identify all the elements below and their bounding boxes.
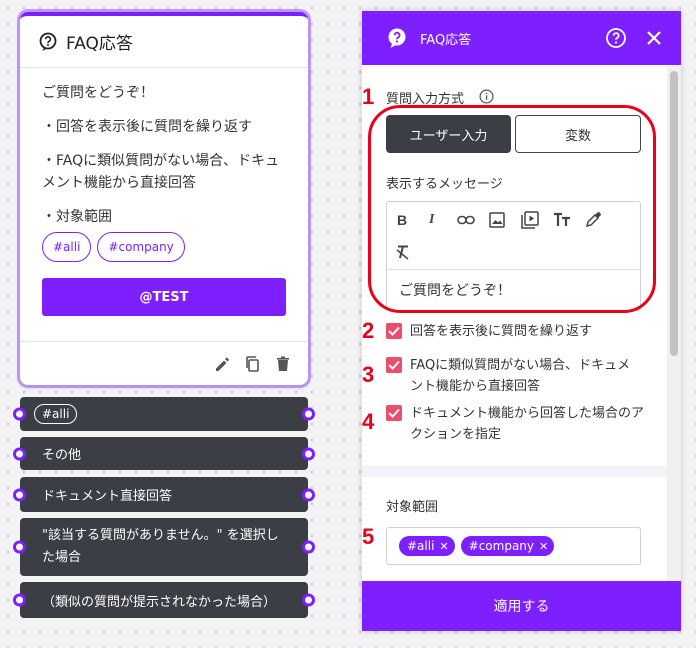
output-port[interactable]: [302, 407, 315, 421]
branch-no-similar[interactable]: （類似の質問が提示されなかった場合）: [13, 582, 315, 618]
checkbox-row-document-answer[interactable]: FAQに類似質問がない場合、ドキュメント機能から直接回答: [386, 355, 646, 397]
scope-chip: #alli: [42, 232, 92, 262]
question-bubble-icon: [38, 32, 58, 52]
node-footer: [20, 341, 308, 385]
branch-label: その他: [42, 448, 82, 463]
node-header: FAQ応答: [20, 16, 308, 68]
remove-tag-icon[interactable]: ✕: [539, 540, 548, 553]
tag-text: #alli: [407, 539, 435, 553]
branch-label: "該当する質問がありません。" を選択した場合: [42, 528, 279, 565]
question-bubble-icon: [386, 27, 408, 49]
remove-tag-icon[interactable]: ✕: [439, 540, 448, 553]
output-port[interactable]: [302, 447, 315, 460]
node-option-repeat: ・回答を表示後に質問を繰り返す: [42, 119, 252, 135]
edit-pencil-icon[interactable]: [214, 355, 232, 373]
branch-document-direct[interactable]: ドキュメント直接回答: [13, 477, 315, 512]
input-port[interactable]: [13, 447, 26, 460]
panel-title: FAQ応答: [420, 32, 472, 48]
faq-node-card[interactable]: FAQ応答 ご質問をどうぞ！ ・回答を表示後に質問を繰り返す ・FAQに類似質問…: [20, 12, 308, 385]
branch-no-match-selected[interactable]: "該当する質問がありません。" を選択した場合: [13, 518, 315, 576]
node-body: ご質問をどうぞ！ ・回答を表示後に質問を繰り返す ・FAQに類似質問がない場合、…: [20, 68, 308, 262]
output-port[interactable]: [302, 593, 315, 607]
annotation-number: 2: [362, 318, 375, 343]
node-scope-label: ・対象範囲: [42, 209, 112, 225]
close-icon[interactable]: [645, 29, 663, 47]
scope-tag-input[interactable]: #alli ✕ #company ✕: [386, 527, 641, 565]
checkbox-row-document-action[interactable]: ドキュメント機能から回答した場合のアクションを指定: [386, 403, 646, 445]
checkbox-label: FAQに類似質問がない場合、ドキュメント機能から直接回答: [410, 358, 631, 394]
panel-header: FAQ応答: [362, 11, 681, 65]
scope-label: 対象範囲: [386, 500, 439, 515]
checkbox-row-repeat[interactable]: 回答を表示後に質問を繰り返す: [386, 321, 592, 342]
panel-scrollbar[interactable]: [667, 65, 681, 581]
scrollbar-thumb[interactable]: [670, 71, 678, 356]
branch-other[interactable]: その他: [13, 437, 315, 470]
info-icon[interactable]: [479, 89, 494, 104]
annotation-number: 1: [362, 84, 375, 109]
branch-label: （類似の質問が提示されなかった場合）: [42, 594, 277, 610]
help-icon[interactable]: [605, 27, 627, 49]
scope-tag[interactable]: #alli ✕: [399, 536, 455, 556]
branch-label: #alli: [34, 404, 78, 424]
checkbox-label: 回答を表示後に質問を繰り返す: [410, 324, 593, 339]
apply-button[interactable]: 適用する: [362, 581, 681, 631]
scope-section: 対象範囲 #alli ✕ #company ✕: [362, 477, 667, 580]
checkbox-checked[interactable]: [386, 357, 402, 373]
output-port[interactable]: [302, 540, 315, 554]
annotation-highlight-oval: [368, 105, 656, 313]
input-port[interactable]: [13, 488, 26, 501]
node-title: FAQ応答: [66, 34, 133, 54]
copy-icon[interactable]: [244, 355, 262, 373]
tag-text: #company: [468, 539, 535, 553]
node-scope-chips: #alli #company: [42, 232, 286, 262]
scope-chip: #company: [97, 232, 185, 262]
settings-panel: FAQ応答 質問入力方式 ユーザー入力 変数 表示するメッセージ B I ご質問…: [362, 11, 681, 631]
checkbox-checked[interactable]: [386, 405, 402, 421]
annotation-number: 4: [362, 409, 375, 434]
delete-trash-icon[interactable]: [274, 355, 292, 373]
checkbox-label: ドキュメント機能から回答した場合のアクションを指定: [410, 406, 645, 442]
input-port[interactable]: [13, 593, 26, 607]
node-message: ご質問をどうぞ！: [42, 85, 154, 101]
test-button[interactable]: @TEST: [42, 278, 286, 316]
branch-label: ドキュメント直接回答: [42, 489, 173, 504]
node-option-document: ・FAQに類似質問がない場合、ドキュメント機能から直接回答: [42, 153, 280, 191]
branch-alli[interactable]: #alli: [13, 397, 315, 431]
annotation-number: 3: [362, 362, 375, 387]
input-port[interactable]: [13, 407, 26, 421]
scope-tag[interactable]: #company ✕: [460, 536, 555, 556]
output-port[interactable]: [302, 488, 315, 501]
annotation-number: 5: [362, 524, 375, 549]
input-port[interactable]: [13, 540, 26, 554]
checkbox-checked[interactable]: [386, 323, 402, 339]
